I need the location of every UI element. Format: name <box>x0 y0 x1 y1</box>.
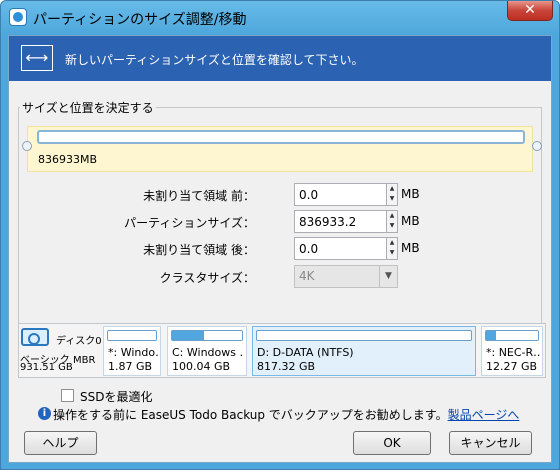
after-input[interactable] <box>294 237 387 260</box>
size-label: パーティションサイズ： <box>124 216 255 230</box>
product-page-link[interactable]: 製品ページへ <box>448 408 520 422</box>
partition-block[interactable] <box>37 130 525 144</box>
partition-resize-bar[interactable]: 836933MB <box>27 126 533 172</box>
dialog-body: ⟷ 新しいパーティションサイズと位置を確認して下さい。 サイズと位置を決定する … <box>8 35 552 463</box>
partition-size: 100.04 GB <box>172 360 231 373</box>
disk-size: 931.51 GB <box>20 362 73 373</box>
partition-size-label: 836933MB <box>38 153 98 166</box>
size-unit: MB <box>401 214 420 228</box>
partition-card[interactable]: *: NEC-R… 12.27 GB <box>481 326 543 376</box>
partition-usage-fill <box>486 331 497 340</box>
ok-button[interactable]: OK <box>353 431 431 455</box>
partition-usage-bar <box>485 330 539 341</box>
partition-card[interactable]: C: Windows … 100.04 GB <box>167 326 247 376</box>
after-unit: MB <box>401 241 420 255</box>
before-input[interactable] <box>294 183 387 206</box>
partition-name: C: Windows … <box>172 346 244 359</box>
instruction-banner: ⟷ 新しいパーティションサイズと位置を確認して下さい。 <box>9 36 551 81</box>
size-spinner[interactable]: ▲ ▼ <box>386 210 398 233</box>
before-spinner[interactable]: ▲ ▼ <box>386 183 398 206</box>
cancel-button[interactable]: キャンセル <box>449 431 532 455</box>
app-icon <box>9 8 27 26</box>
partition-name: *: NEC-R… <box>486 346 540 359</box>
partition-usage-bar <box>171 330 243 341</box>
size-input[interactable] <box>294 210 387 233</box>
title-bar: パーティションのサイズ調整/移動 ✕ <box>1 1 559 35</box>
disk-name: ディスク0 <box>56 336 102 347</box>
partition-name: D: D-DATA (NTFS) <box>257 346 354 359</box>
cluster-label: クラスタサイズ： <box>159 271 255 285</box>
after-spinner[interactable]: ▲ ▼ <box>386 237 398 260</box>
ssd-optimize-checkbox[interactable] <box>61 389 74 402</box>
partition-size: 1.87 GB <box>108 360 153 373</box>
partition-size: 817.32 GB <box>257 360 316 373</box>
after-label: 未割り当て領域 後： <box>143 243 255 257</box>
partition-usage-fill <box>172 331 204 340</box>
window-title: パーティションのサイズ調整/移動 <box>33 12 247 28</box>
partition-size: 12.27 GB <box>486 360 538 373</box>
disk-info: ディスク0 ベーシック MBR 931.51 GB <box>18 324 102 376</box>
partition-name: *: Windo… <box>108 346 158 359</box>
info-icon: i <box>38 407 51 420</box>
partition-card-selected[interactable]: D: D-DATA (NTFS) 817.32 GB <box>252 326 476 376</box>
hard-disk-icon <box>21 328 49 346</box>
close-button[interactable]: ✕ <box>507 1 553 21</box>
left-resize-handle[interactable] <box>22 141 32 151</box>
cluster-size-value: 4K <box>299 269 315 283</box>
backup-notice: 操作をする前に EaseUS Todo Backup でバックアップをお勧めしま… <box>53 406 519 423</box>
backup-notice-text: 操作をする前に EaseUS Todo Backup でバックアップをお勧めしま… <box>53 408 448 422</box>
group-legend: サイズと位置を決定する <box>20 99 156 116</box>
partition-usage-bar <box>256 330 472 341</box>
dialog-window: パーティションのサイズ調整/移動 ✕ ⟷ 新しいパーティションサイズと位置を確認… <box>0 0 560 470</box>
partition-card[interactable]: *: Windo… 1.87 GB <box>103 326 161 376</box>
partition-usage-bar <box>107 330 157 341</box>
before-unit: MB <box>401 187 420 201</box>
resize-arrows-icon: ⟷ <box>21 45 53 71</box>
cluster-size-select[interactable]: 4K ▼ <box>294 265 398 288</box>
help-button[interactable]: ヘルプ <box>24 431 97 455</box>
right-resize-handle[interactable] <box>532 141 542 151</box>
banner-text: 新しいパーティションサイズと位置を確認して下さい。 <box>65 53 364 67</box>
before-label: 未割り当て領域 前： <box>143 189 255 203</box>
ssd-optimize-label[interactable]: SSDを最適化 <box>80 388 152 405</box>
chevron-down-icon: ▼ <box>379 266 397 287</box>
